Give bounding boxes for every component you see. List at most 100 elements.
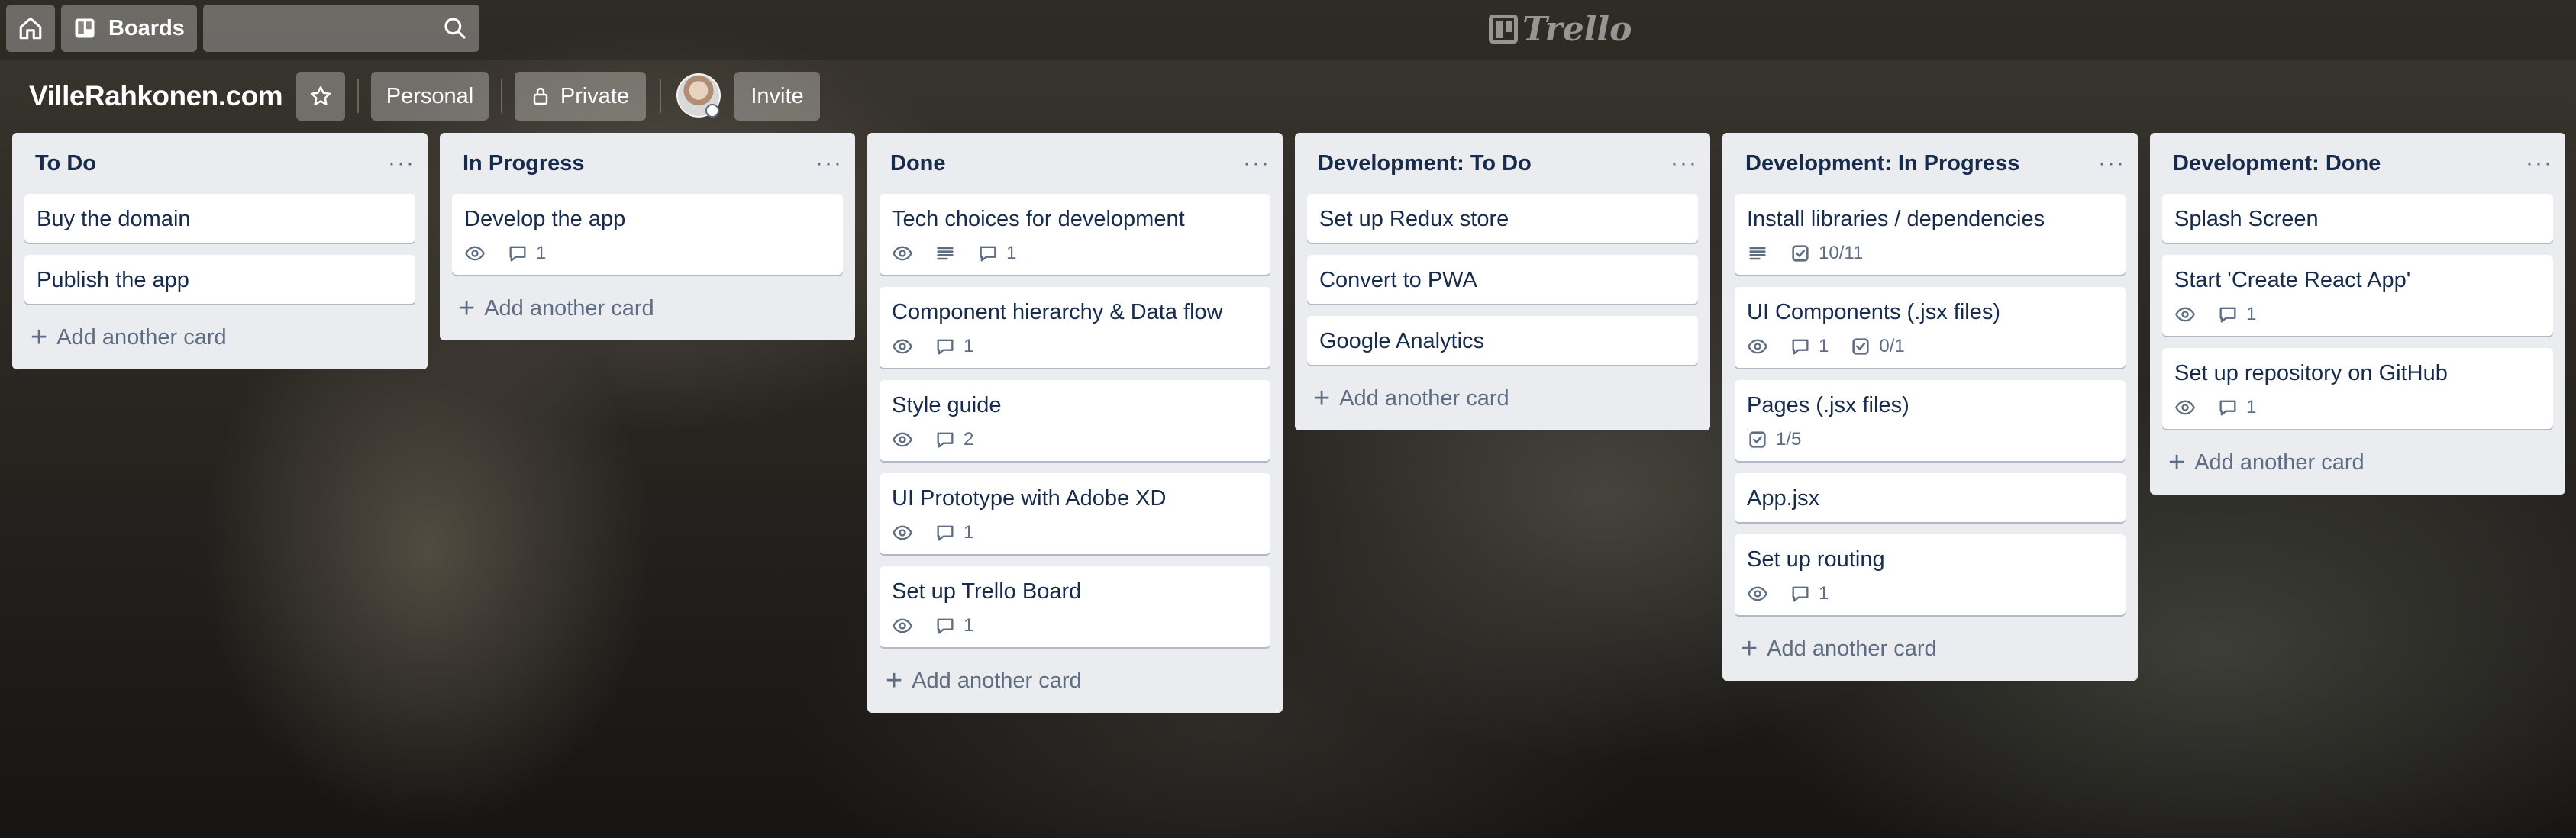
card[interactable]: Google Analytics: [1307, 316, 1698, 365]
list[interactable]: To Do ··· Buy the domain Publish the app + Ad…: [12, 133, 428, 369]
card-badges: 2: [892, 427, 1258, 452]
card[interactable]: App.jsx: [1735, 473, 2126, 522]
add-card-button[interactable]: + Add another card: [867, 659, 1283, 702]
list-title[interactable]: Development: To Do: [1318, 151, 1532, 176]
eye-icon: [1748, 339, 1767, 354]
list-header[interactable]: Development: In Progress ···: [1722, 133, 2138, 194]
add-card-button[interactable]: + Add another card: [2150, 441, 2565, 484]
comment-icon: [937, 618, 954, 634]
list-title[interactable]: Development: In Progress: [1745, 151, 2019, 176]
logo-text: Trello: [1522, 9, 1632, 49]
watching-badge: [892, 336, 913, 357]
card[interactable]: Set up routing 1: [1735, 534, 2126, 615]
card[interactable]: Buy the domain: [24, 194, 415, 243]
card[interactable]: UI Prototype with Adobe XD 1: [880, 473, 1270, 554]
visibility-button[interactable]: Private: [515, 72, 646, 121]
list[interactable]: Done ··· Tech choices for development 1 Comp…: [867, 133, 1283, 713]
add-card-label: Add another card: [2194, 450, 2365, 475]
checklist-count: 0/1: [1879, 336, 1905, 356]
card-badges: 1/5: [1747, 427, 2113, 452]
card-badges: 1: [2174, 302, 2541, 327]
comments-badge: 1: [935, 615, 973, 637]
checklist-icon: [1749, 431, 1766, 448]
card[interactable]: Tech choices for development 1: [880, 194, 1270, 275]
card[interactable]: Set up Trello Board 1: [880, 566, 1270, 647]
card[interactable]: Develop the app 1: [452, 194, 843, 275]
card[interactable]: Style guide 2: [880, 380, 1270, 461]
list-title[interactable]: Development: Done: [2173, 151, 2381, 176]
card[interactable]: Component hierarchy & Data flow 1: [880, 287, 1270, 368]
add-card-button[interactable]: + Add another card: [12, 316, 428, 359]
card[interactable]: Pages (.jsx files) 1/5: [1735, 380, 2126, 461]
card-badges: 1: [2174, 395, 2541, 420]
card[interactable]: Start 'Create React App' 1: [2162, 255, 2553, 336]
star-icon: [310, 85, 331, 105]
checklist-badge: 1/5: [1747, 429, 1801, 450]
comments-badge: 1: [935, 336, 973, 357]
list-header[interactable]: In Progress ···: [440, 133, 855, 194]
plus-icon: +: [1313, 382, 1331, 414]
watching-badge: [464, 243, 486, 264]
list-title[interactable]: In Progress: [463, 151, 585, 176]
search-input[interactable]: [203, 5, 479, 52]
card-title: Set up routing: [1747, 547, 1885, 572]
checklist-count: 10/11: [1819, 243, 1864, 263]
card-list: Install libraries / dependencies 10/11 UI …: [1722, 194, 2138, 615]
card[interactable]: Set up repository on GitHub 1: [2162, 348, 2553, 429]
comment-count: 1: [2246, 304, 2257, 324]
list-menu-icon[interactable]: ···: [2526, 152, 2553, 175]
card-title: Pages (.jsx files): [1747, 393, 1909, 417]
team-label: Personal: [386, 83, 474, 108]
eye-icon: [893, 618, 912, 633]
add-card-label: Add another card: [1339, 385, 1509, 411]
list-menu-icon[interactable]: ···: [815, 152, 843, 175]
list-header[interactable]: To Do ···: [12, 133, 428, 194]
watching-badge: [2174, 397, 2196, 418]
card-list: Buy the domain Publish the app: [12, 194, 428, 304]
card[interactable]: Splash Screen: [2162, 194, 2553, 243]
boards-button[interactable]: Boards: [61, 5, 197, 52]
list-header[interactable]: Development: To Do ···: [1295, 133, 1710, 194]
trello-logo-icon: [1489, 15, 1518, 44]
list-menu-icon[interactable]: ···: [1243, 152, 1270, 175]
list-header[interactable]: Done ···: [867, 133, 1283, 194]
card-title: UI Prototype with Adobe XD: [892, 486, 1167, 511]
list-menu-icon[interactable]: ···: [2098, 152, 2126, 175]
list[interactable]: In Progress ··· Develop the app 1 + Add anoth…: [440, 133, 855, 340]
card[interactable]: Set up Redux store: [1307, 194, 1698, 243]
card[interactable]: Publish the app: [24, 255, 415, 304]
list[interactable]: Development: In Progress ··· Install libra…: [1722, 133, 2138, 681]
team-button[interactable]: Personal: [371, 72, 489, 121]
list-menu-icon[interactable]: ···: [1671, 152, 1698, 175]
list-header[interactable]: Development: Done ···: [2150, 133, 2565, 194]
description-icon: [937, 247, 954, 260]
card-badges: 1: [464, 241, 831, 266]
card[interactable]: Install libraries / dependencies 10/11: [1735, 194, 2126, 275]
star-board-button[interactable]: [296, 72, 345, 121]
add-card-button[interactable]: + Add another card: [440, 287, 855, 330]
checklist-icon: [1852, 338, 1869, 355]
card[interactable]: Convert to PWA: [1307, 255, 1698, 304]
list[interactable]: Development: To Do ··· Set up Redux store C…: [1295, 133, 1710, 430]
invite-button[interactable]: Invite: [734, 72, 820, 121]
comment-count: 1: [964, 522, 974, 543]
add-card-button[interactable]: + Add another card: [1722, 627, 2138, 670]
add-card-label: Add another card: [484, 295, 654, 321]
list-title[interactable]: Done: [890, 151, 946, 176]
list-menu-icon[interactable]: ···: [388, 152, 415, 175]
boards-icon: [75, 18, 95, 38]
comments-badge: 1: [1790, 583, 1829, 604]
comments-badge: 1: [1790, 336, 1829, 357]
board-title[interactable]: VilleRahkonen.com: [29, 76, 283, 116]
eye-icon: [2175, 307, 2195, 322]
home-button[interactable]: [6, 5, 55, 52]
plus-icon: +: [31, 321, 48, 353]
card[interactable]: UI Components (.jsx files) 1 0/1: [1735, 287, 2126, 368]
trello-logo[interactable]: Trello: [1489, 8, 1632, 50]
list-title[interactable]: To Do: [35, 151, 96, 176]
list[interactable]: Development: Done ··· Splash Screen Start '…: [2150, 133, 2565, 495]
description-badge: [935, 243, 956, 264]
eye-icon: [893, 432, 912, 447]
plus-icon: +: [458, 292, 476, 324]
add-card-button[interactable]: + Add another card: [1295, 377, 1710, 420]
